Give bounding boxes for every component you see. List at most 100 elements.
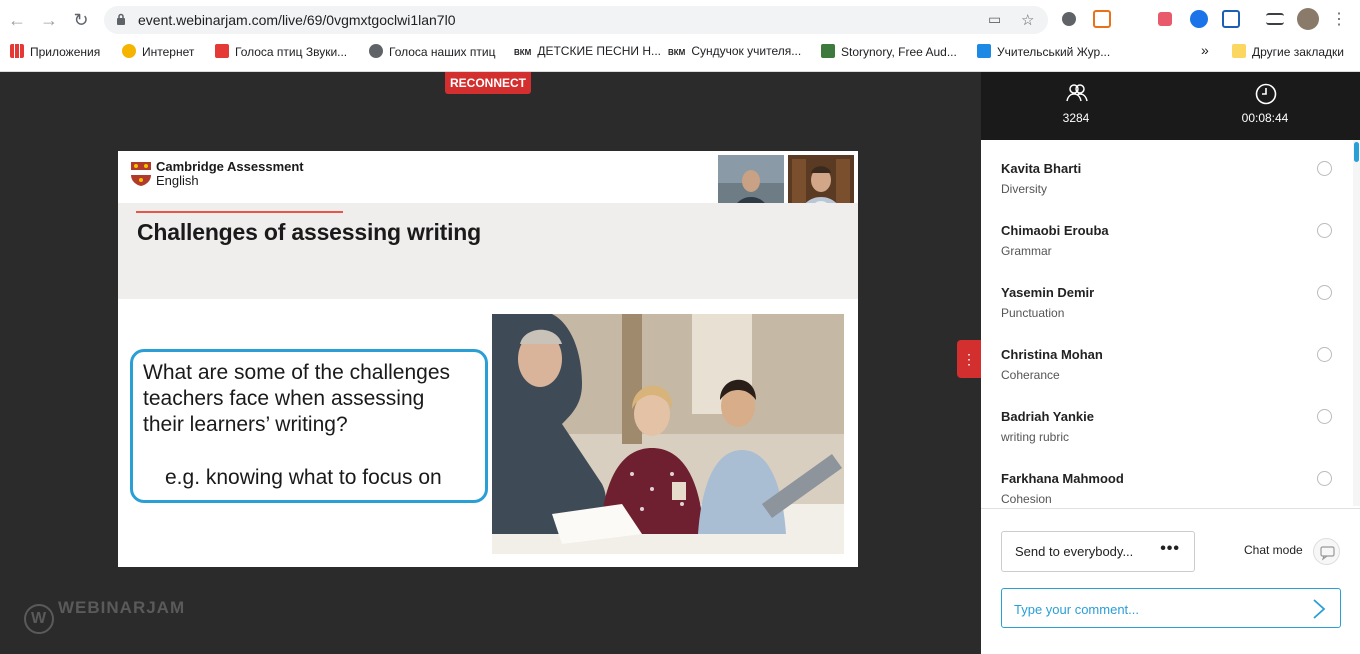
reload-icon[interactable]: ↻	[70, 9, 92, 31]
webinarjam-logo: WWEBINARJAM	[24, 598, 185, 634]
webinarjam-logo-icon: W	[24, 604, 54, 634]
chat-scrollbar-thumb[interactable]	[1354, 142, 1359, 162]
classroom-image	[492, 314, 844, 554]
question-text: What are some of the challenges teachers…	[143, 361, 451, 436]
forward-icon[interactable]: →	[38, 9, 60, 31]
recipient-select-label: Send to everybody...	[1015, 544, 1134, 559]
bookmark-internet[interactable]: Интернет	[122, 44, 194, 62]
attendees-icon	[1066, 84, 1088, 102]
message-text: Diversity	[1001, 182, 1048, 196]
slide-title-band	[118, 203, 858, 299]
vkm-icon: ВКМ	[668, 48, 686, 57]
extension-icon[interactable]	[1062, 12, 1076, 26]
clock-icon	[1255, 83, 1277, 105]
message-text: writing rubric	[1001, 430, 1070, 444]
panel-toggle-button[interactable]: ⋮	[957, 340, 981, 378]
bookmark-bird-voices[interactable]: Голоса наших птиц	[369, 44, 495, 62]
globe-icon	[122, 44, 136, 58]
site-icon	[821, 44, 835, 58]
bookmarks-bar: Приложения Интернет Голоса птиц Звуки...…	[0, 40, 1360, 64]
session-timer: 00:08:44	[1170, 72, 1360, 140]
slide-title: Challenges of assessing writing	[137, 219, 481, 245]
message-author: Badriah Yankie	[1001, 409, 1094, 424]
extension-bookmark-icon[interactable]	[1190, 10, 1208, 28]
address-bar[interactable]: event.webinarjam.com/live/69/0vgmxtgoclw…	[104, 6, 1048, 34]
apps-icon	[10, 44, 24, 58]
reconnect-button[interactable]: RECONNECT	[445, 72, 531, 94]
chat-mode-label: Chat mode	[1244, 543, 1303, 557]
message-author: Chimaobi Erouba	[1001, 223, 1109, 238]
bookmark-storynory[interactable]: Storynory, Free Aud...	[821, 44, 957, 62]
message-author: Kavita Bharti	[1001, 161, 1082, 176]
cambridge-shield-icon	[131, 162, 151, 186]
folder-icon	[1232, 44, 1246, 58]
menu-icon[interactable]: ⋮	[1328, 9, 1350, 31]
recipient-select[interactable]: Send to everybody... •••	[1001, 531, 1195, 572]
more-vertical-icon: ⋮	[962, 351, 976, 367]
extension-grid-icon[interactable]	[1093, 10, 1111, 28]
star-icon[interactable]: ☆	[1021, 11, 1034, 29]
browser-chrome: ← → ↻ event.webinarjam.com/live/69/0vgmx…	[0, 0, 1360, 72]
message-select-radio[interactable]	[1317, 471, 1332, 486]
site-icon	[977, 44, 991, 58]
vkm-icon: ВКМ	[514, 48, 532, 57]
send-arrow-icon[interactable]	[1310, 598, 1328, 620]
chat-message-list[interactable]: Kavita Bharti Diversity Chimaobi Erouba …	[981, 140, 1350, 506]
lock-icon	[117, 13, 125, 25]
site-icon	[215, 44, 229, 58]
avatar[interactable]	[1297, 8, 1319, 30]
list-item: Farkhana Mahmood Cohesion	[981, 450, 1350, 506]
cambridge-logo-text: Cambridge Assessment English	[156, 159, 304, 188]
comment-input[interactable]	[1014, 599, 1294, 619]
chat-sidebar: 3284 00:08:44 Kavita Bharti Diversity Ch…	[981, 72, 1360, 654]
list-item: Yasemin Demir Punctuation	[981, 264, 1350, 326]
chat-mode-toggle[interactable]	[1313, 538, 1340, 565]
more-bookmarks-icon[interactable]: »	[1201, 42, 1209, 60]
chat-bubble-icon	[1320, 546, 1335, 561]
message-select-radio[interactable]	[1317, 409, 1332, 424]
message-select-radio[interactable]	[1317, 223, 1332, 238]
bookmark-teacher-chest[interactable]: ВКМ Сундучок учителя...	[668, 44, 801, 62]
more-options-icon: •••	[1160, 540, 1180, 557]
attendee-count-value: 3284	[1062, 111, 1090, 125]
classroom-photo	[492, 314, 844, 554]
message-author: Farkhana Mahmood	[1001, 471, 1124, 486]
chat-scrollbar[interactable]	[1353, 140, 1360, 506]
extension-screen-icon[interactable]	[1222, 10, 1240, 28]
question-box: What are some of the challenges teachers…	[130, 349, 488, 503]
extension-share-icon[interactable]	[1158, 12, 1172, 26]
presentation-slide: Cambridge Assessment English Challenges …	[118, 151, 858, 567]
message-text: Coherance	[1001, 368, 1060, 382]
message-select-radio[interactable]	[1317, 285, 1332, 300]
bookmark-kids-songs[interactable]: ВКМ ДЕТСКИЕ ПЕСНИ Н...	[514, 44, 661, 62]
bookmark-other[interactable]: Другие закладки	[1232, 44, 1344, 62]
list-item: Chimaobi Erouba Grammar	[981, 202, 1350, 264]
list-item: Kavita Bharti Diversity	[981, 140, 1350, 202]
list-item: Christina Mohan Coherance	[981, 326, 1350, 388]
cast-icon[interactable]: ▭	[988, 11, 1001, 28]
chat-composer: Send to everybody... ••• Chat mode	[981, 508, 1360, 654]
message-text: Grammar	[1001, 244, 1052, 258]
back-icon[interactable]: ←	[6, 9, 28, 31]
message-author: Yasemin Demir	[1001, 285, 1095, 300]
question-example: e.g. knowing what to focus on	[165, 466, 442, 489]
media-control-icon[interactable]	[1266, 13, 1284, 25]
list-item: Badriah Yankie writing rubric	[981, 388, 1350, 450]
title-rule	[136, 211, 343, 213]
presentation-stage: RECONNECT Cambridge Assessment English C…	[0, 72, 981, 654]
sidebar-header: 3284 00:08:44	[981, 72, 1360, 140]
globe-icon	[369, 44, 383, 58]
attendee-count: 3284	[981, 72, 1171, 140]
bookmark-teacher-journal[interactable]: Учительський Жур...	[977, 44, 1110, 62]
message-author: Christina Mohan	[1001, 347, 1103, 362]
message-text: Punctuation	[1001, 306, 1065, 320]
message-text: Cohesion	[1001, 492, 1052, 506]
message-select-radio[interactable]	[1317, 347, 1332, 362]
session-timer-value: 00:08:44	[1241, 111, 1289, 125]
browser-toolbar: ← → ↻ event.webinarjam.com/live/69/0vgmx…	[0, 0, 1360, 40]
bookmark-bird-sounds[interactable]: Голоса птиц Звуки...	[215, 44, 347, 62]
bookmark-apps[interactable]: Приложения	[10, 44, 100, 62]
comment-box	[1001, 588, 1341, 628]
url-text: event.webinarjam.com/live/69/0vgmxtgoclw…	[138, 12, 456, 28]
message-select-radio[interactable]	[1317, 161, 1332, 176]
